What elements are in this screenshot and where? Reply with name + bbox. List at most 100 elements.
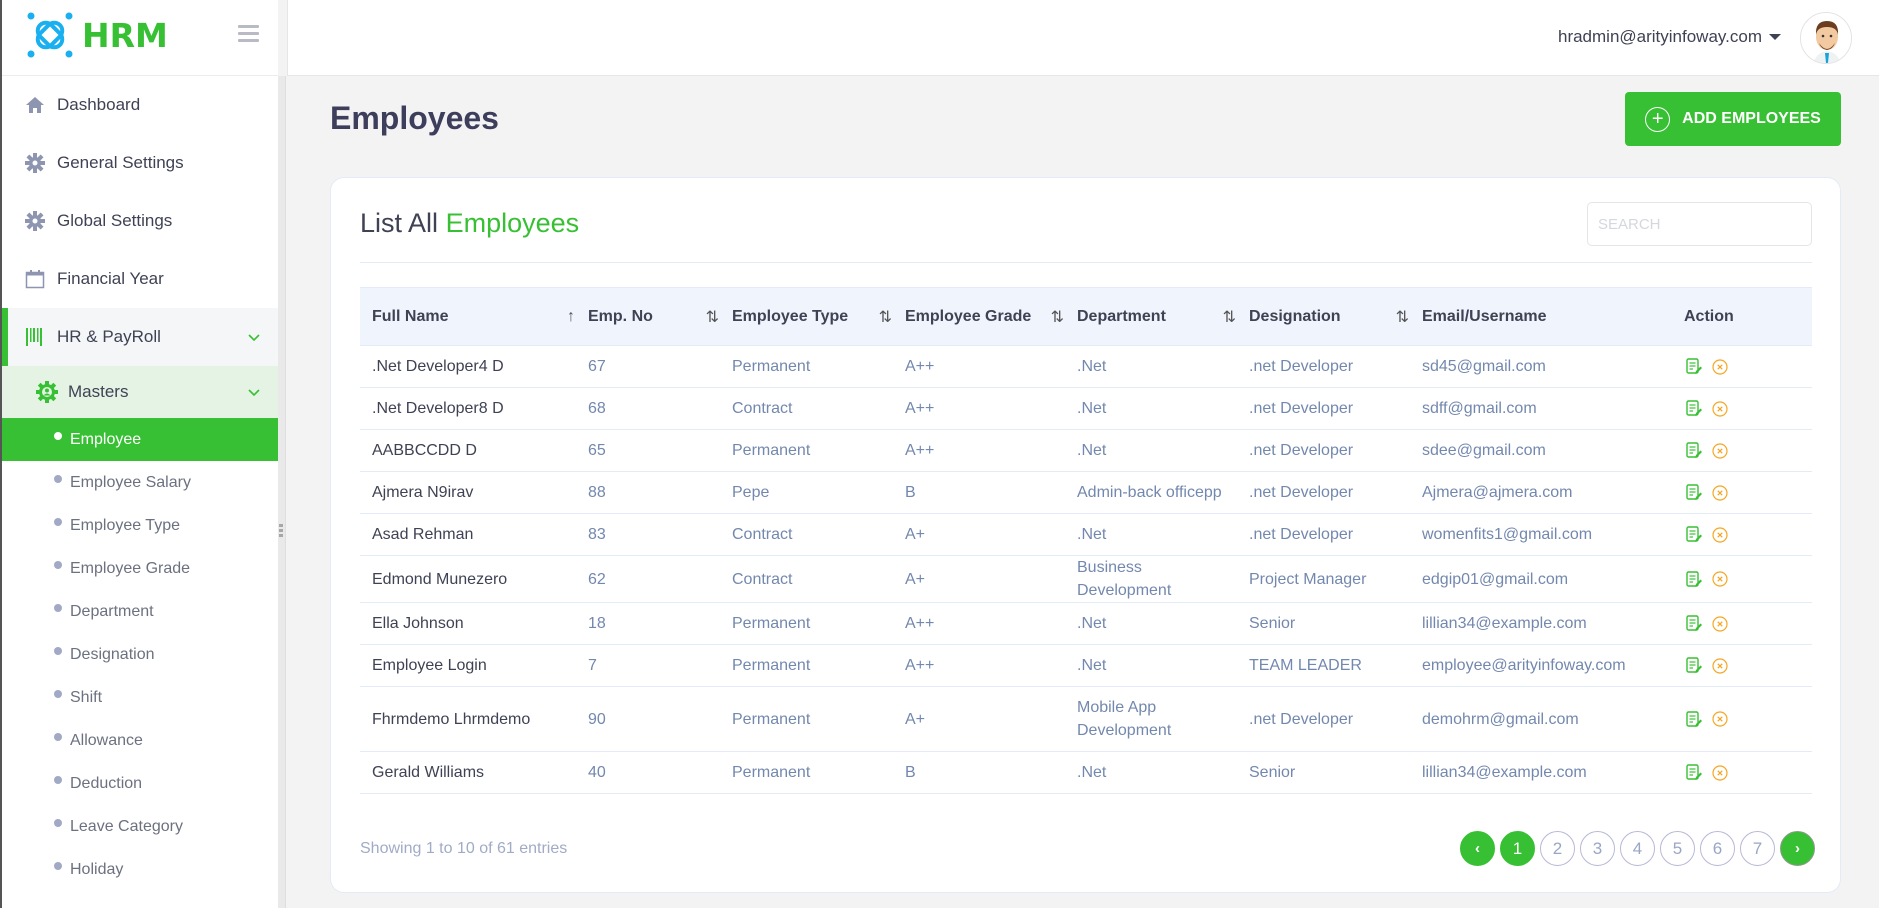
column-header-emp-no[interactable]: Emp. No ⇅ xyxy=(576,288,720,346)
cell-full-name: .Net Developer8 D xyxy=(372,400,504,417)
cell-emp-no: 40 xyxy=(588,764,606,781)
pagination-page-3[interactable]: 3 xyxy=(1580,831,1615,866)
row-actions xyxy=(1684,400,1812,417)
column-header-department[interactable]: Department ⇅ xyxy=(1065,288,1237,346)
sidebar-item-label: Leave Category xyxy=(70,817,183,835)
sort-asc-icon[interactable]: ↑ xyxy=(567,308,575,326)
column-label: Full Name xyxy=(372,307,449,325)
sort-icon[interactable]: ⇅ xyxy=(706,307,720,327)
sidebar-item-employee[interactable]: Employee xyxy=(2,418,278,461)
sidebar-item-holiday[interactable]: Holiday xyxy=(2,848,278,891)
sidebar-item-hr-payroll[interactable]: HR & PayRoll xyxy=(2,308,278,366)
sidebar-item-shift[interactable]: Shift xyxy=(2,676,278,719)
cell-designation: .net Developer xyxy=(1249,484,1354,501)
table-row[interactable]: .Net Developer8 D 68 Contract A++ .Net .net D… xyxy=(360,388,1812,430)
delete-icon[interactable] xyxy=(1712,657,1728,674)
sidebar-item-allowance[interactable]: Allowance xyxy=(2,719,278,762)
search-input[interactable] xyxy=(1587,202,1812,246)
edit-icon[interactable] xyxy=(1686,442,1702,459)
sort-icon[interactable]: ⇅ xyxy=(1396,307,1410,327)
cell-email: lillian34@example.com xyxy=(1422,615,1587,632)
drag-handle-icon[interactable] xyxy=(279,524,284,539)
edit-icon[interactable] xyxy=(1686,358,1702,375)
sort-icon[interactable]: ⇅ xyxy=(1051,307,1065,327)
table-row[interactable]: Asad Rehman 83 Contract A+ .Net .net Develope… xyxy=(360,514,1812,556)
pagination-page-5[interactable]: 5 xyxy=(1660,831,1695,866)
cell-employee-type: Permanent xyxy=(732,442,811,459)
cell-department: .Net xyxy=(1077,442,1107,459)
pagination-page-1[interactable]: 1 xyxy=(1500,831,1535,866)
delete-icon[interactable] xyxy=(1712,571,1728,587)
pagination-page-7[interactable]: 7 xyxy=(1740,831,1775,866)
cell-employee-grade: A++ xyxy=(905,442,935,459)
sidebar-item-dashboard[interactable]: Dashboard xyxy=(2,76,278,134)
delete-icon[interactable] xyxy=(1712,615,1728,632)
table-row[interactable]: Fhrmdemo Lhrmdemo 90 Permanent A+ Mobile App… xyxy=(360,687,1812,752)
edit-icon[interactable] xyxy=(1686,657,1702,674)
pagination-next-button[interactable]: › xyxy=(1780,831,1815,866)
pagination-page-6[interactable]: 6 xyxy=(1700,831,1735,866)
sidebar-item-global-settings[interactable]: Global Settings xyxy=(2,192,278,250)
edit-icon[interactable] xyxy=(1686,710,1702,728)
column-header-email[interactable]: Email/Username xyxy=(1410,288,1672,346)
cell-designation: .net Developer xyxy=(1249,710,1354,728)
edit-icon[interactable] xyxy=(1686,570,1702,588)
hamburger-icon[interactable] xyxy=(238,25,259,42)
sidebar-item-department[interactable]: Department xyxy=(2,590,278,633)
sidebar-item-deduction[interactable]: Deduction xyxy=(2,762,278,805)
delete-icon[interactable] xyxy=(1712,400,1728,417)
edit-icon[interactable] xyxy=(1686,615,1702,632)
cell-designation: TEAM LEADER xyxy=(1249,657,1362,674)
gear-icon xyxy=(24,210,46,232)
sidebar-resize-gutter[interactable] xyxy=(278,76,286,908)
sidebar-item-general-settings[interactable]: General Settings xyxy=(2,134,278,192)
delete-icon[interactable] xyxy=(1712,358,1728,375)
delete-icon[interactable] xyxy=(1712,526,1728,543)
cell-action xyxy=(1672,472,1812,514)
add-employees-button[interactable]: + ADD EMPLOYEES xyxy=(1625,92,1841,146)
cell-employee-type: Permanent xyxy=(732,710,811,728)
table-row[interactable]: Edmond Munezero 62 Contract A+ Business Deve… xyxy=(360,556,1812,603)
pagination-page-2[interactable]: 2 xyxy=(1540,831,1575,866)
row-actions xyxy=(1684,710,1812,728)
sidebar-item-leave-category[interactable]: Leave Category xyxy=(2,805,278,848)
pagination-prev-button[interactable]: ‹ xyxy=(1460,831,1495,866)
edit-icon[interactable] xyxy=(1686,526,1702,543)
sidebar-item-employee-salary[interactable]: Employee Salary xyxy=(2,461,278,504)
cell-action xyxy=(1672,556,1812,603)
edit-icon[interactable] xyxy=(1686,400,1702,417)
sort-icon[interactable]: ⇅ xyxy=(1223,307,1237,327)
table-row[interactable]: Ella Johnson 18 Permanent A++ .Net Senior lill… xyxy=(360,603,1812,645)
sidebar-item-designation[interactable]: Designation xyxy=(2,633,278,676)
sidebar-item-masters[interactable]: Masters xyxy=(2,366,278,418)
sidebar-item-employee-grade[interactable]: Employee Grade xyxy=(2,547,278,590)
logo[interactable]: HRM xyxy=(26,11,168,59)
cell-department: .Net xyxy=(1077,615,1107,632)
pagination-page-4[interactable]: 4 xyxy=(1620,831,1655,866)
delete-icon[interactable] xyxy=(1712,442,1728,459)
table-row[interactable]: Employee Login 7 Permanent A++ .Net TEAM LEAD… xyxy=(360,645,1812,687)
table-row[interactable]: .Net Developer4 D 67 Permanent A++ .Net .net … xyxy=(360,346,1812,388)
delete-icon[interactable] xyxy=(1712,764,1728,781)
edit-icon[interactable] xyxy=(1686,764,1702,781)
sidebar-item-employee-type[interactable]: Employee Type xyxy=(2,504,278,547)
user-avatar[interactable] xyxy=(1800,12,1852,64)
edit-icon[interactable] xyxy=(1686,484,1702,501)
column-header-employee-type[interactable]: Employee Type ⇅ xyxy=(720,288,893,346)
delete-icon[interactable] xyxy=(1712,484,1728,501)
row-actions xyxy=(1684,764,1812,781)
column-header-full-name[interactable]: Full Name ↑ xyxy=(360,288,576,346)
table-row[interactable]: AABBCCDD D 65 Permanent A++ .Net .net Develop… xyxy=(360,430,1812,472)
sidebar-item-financial-year[interactable]: Financial Year xyxy=(2,250,278,308)
delete-icon[interactable] xyxy=(1712,711,1728,727)
user-menu[interactable]: hradmin@arityinfoway.com xyxy=(1558,27,1781,47)
table-row[interactable]: Ajmera N9irav 88 Pepe B Admin-back officepp.… xyxy=(360,472,1812,514)
row-actions xyxy=(1684,657,1812,674)
cell-email: lillian34@example.com xyxy=(1422,764,1587,781)
cell-full-name: Asad Rehman xyxy=(372,526,474,543)
column-label: Employee Grade xyxy=(905,307,1032,325)
sort-icon[interactable]: ⇅ xyxy=(879,307,893,327)
column-header-employee-grade[interactable]: Employee Grade ⇅ xyxy=(893,288,1065,346)
table-row[interactable]: Gerald Williams 40 Permanent B .Net Senior lil… xyxy=(360,752,1812,794)
column-header-designation[interactable]: Designation ⇅ xyxy=(1237,288,1410,346)
